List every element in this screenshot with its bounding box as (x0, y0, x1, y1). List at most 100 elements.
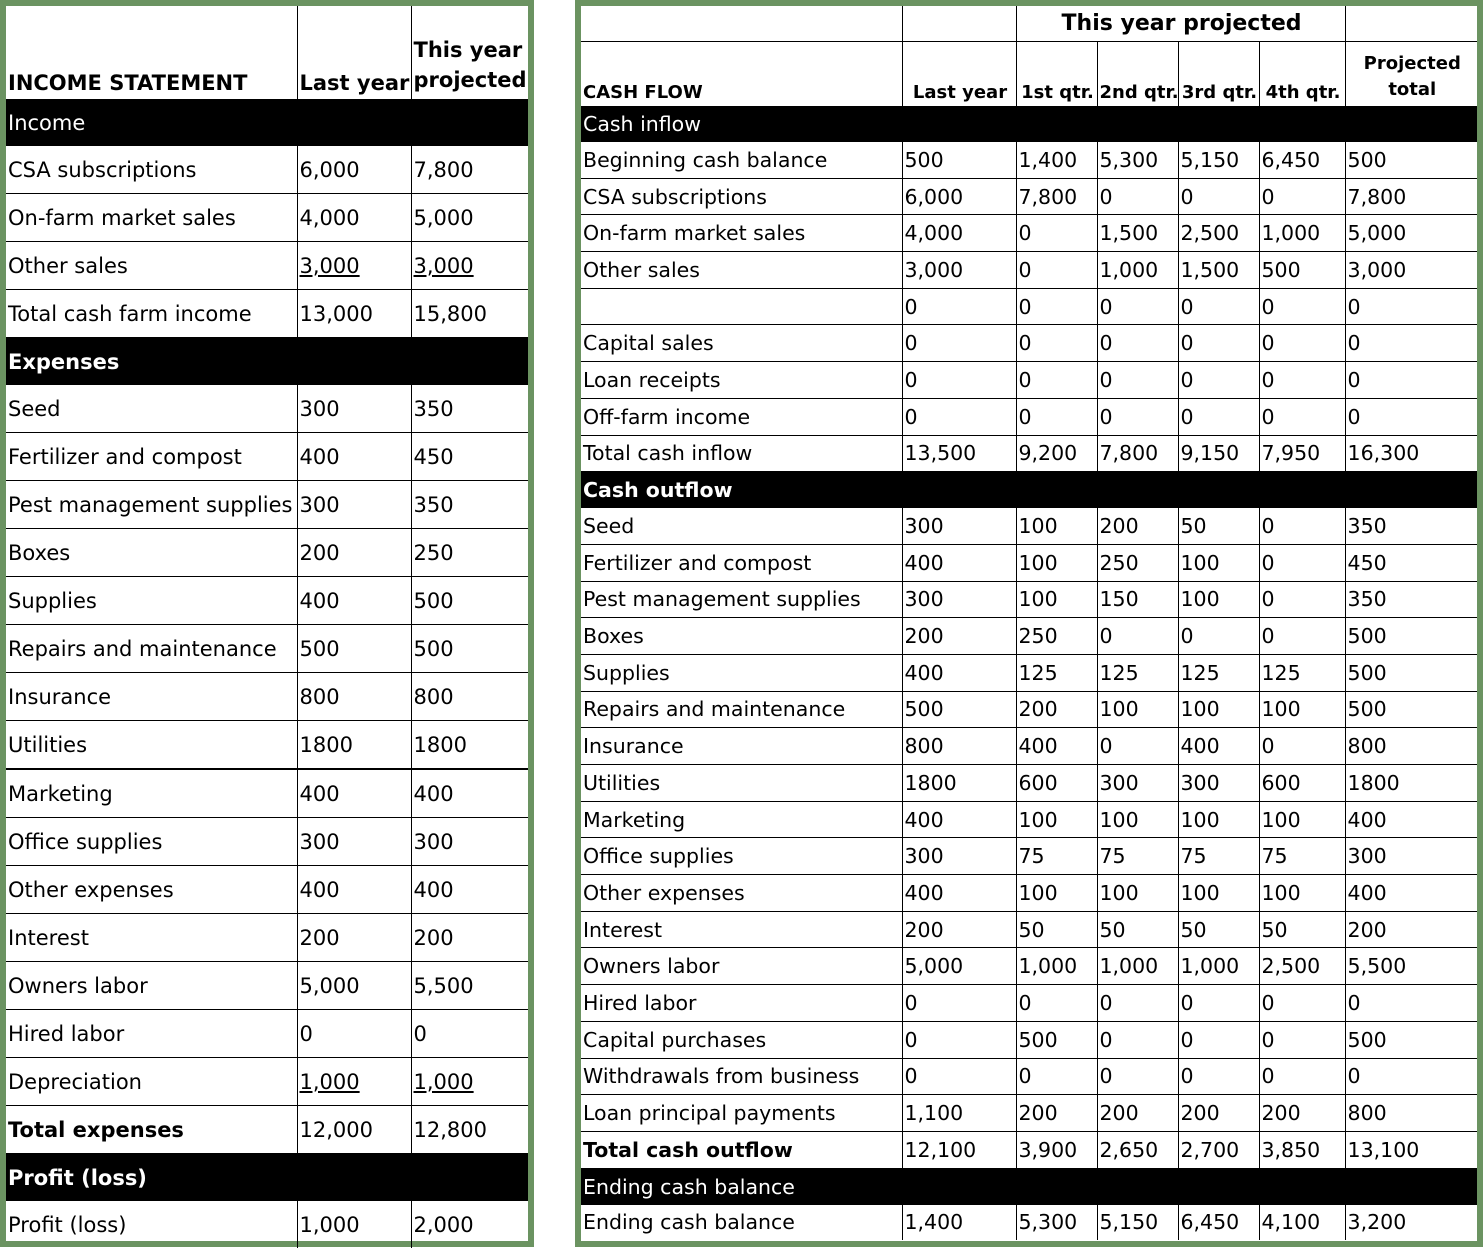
value-q2: 5,300 (1096, 142, 1178, 179)
value-q3: 300 (1177, 764, 1259, 802)
table-row: Pest management supplies 300 350 (6, 480, 528, 529)
value-projected: 7,800 (410, 146, 528, 194)
table-row: Beginning cash balance 500 1,400 5,300 5,150… (581, 142, 1477, 179)
value-projected-total: 800 (1344, 1094, 1477, 1132)
value-q4: 500 (1258, 251, 1346, 289)
section-ending: Ending cash balance (581, 1168, 1477, 1205)
value-last-year: 200 (296, 913, 411, 962)
value-q4: 75 (1258, 837, 1346, 876)
section-expenses: Expenses (6, 337, 528, 385)
table-row: CSA subscriptions 6,000 7,800 (6, 146, 528, 194)
table-row: Supplies 400 500 (6, 576, 528, 625)
value-q1: 125 (1015, 654, 1097, 692)
value-q2: 7,800 (1096, 435, 1178, 473)
table-row: Capital purchases 0 500 0 0 0 500 (581, 1021, 1477, 1059)
value-q1: 200 (1015, 1094, 1097, 1132)
value-q2: 0 (1096, 324, 1178, 363)
table-row: On-farm market sales 4,000 5,000 (6, 193, 528, 242)
value-text: 3,000 (299, 253, 360, 278)
value-last-year: 12,100 (901, 1131, 1016, 1169)
value-projected-total: 800 (1344, 727, 1477, 765)
value-projected: 2,000 (410, 1201, 528, 1248)
table-row: Other sales 3,000 3,000 (6, 241, 528, 290)
value-last-year: 0 (901, 1021, 1016, 1059)
value-q4: 0 (1258, 617, 1346, 655)
value-q2: 0 (1096, 617, 1178, 655)
row-label: Beginning cash balance (581, 142, 902, 179)
value-text: 1,000 (299, 1069, 360, 1094)
value-projected-total: 350 (1344, 581, 1477, 619)
value-q1: 100 (1015, 581, 1097, 619)
table-row: Other expenses 400 100 100 100 100 400 (581, 874, 1477, 912)
column-header-q3: 3rd qtr. (1177, 41, 1259, 106)
table-row: Ending cash balance 1,400 5,300 5,150 6,450 4… (581, 1204, 1477, 1241)
value-q2: 0 (1096, 178, 1178, 216)
table-row: Marketing 400 400 (6, 769, 528, 818)
value-q4: 0 (1258, 508, 1346, 545)
value-last-year: 5,000 (296, 961, 411, 1010)
table-row: Profit (loss) 1,000 2,000 (6, 1201, 528, 1248)
row-label: Depreciation (6, 1057, 297, 1106)
value-last-year: 0 (901, 1058, 1016, 1096)
value-q4: 0 (1258, 984, 1346, 1022)
value-q3: 1,000 (1177, 947, 1259, 986)
table-row: Boxes 200 250 0 0 0 500 (581, 617, 1477, 655)
value-last-year: 1800 (296, 720, 411, 770)
value-last-year: 300 (901, 581, 1016, 619)
value-projected: 250 (410, 528, 528, 577)
column-header-last-year: Last year (296, 6, 411, 99)
table-row: Loan principal payments 1,100 200 200 200 200… (581, 1094, 1477, 1132)
table-row: Repairs and maintenance 500 500 (6, 624, 528, 673)
table-row: Insurance 800 800 (6, 672, 528, 721)
table-title: INCOME STATEMENT (8, 71, 248, 95)
value-last-year: 500 (296, 624, 411, 673)
value-last-year: 300 (901, 837, 1016, 876)
table-row: Total cash inflow 13,500 9,200 7,800 9,150 7,… (581, 435, 1477, 473)
value-projected-total: 0 (1344, 361, 1477, 399)
row-label: Total cash farm income (6, 289, 297, 338)
row-label: Marketing (6, 769, 297, 818)
section-header: Expenses (6, 337, 528, 385)
value-q3: 0 (1177, 398, 1259, 436)
column-header-this-year-projected: This year projected (410, 6, 528, 99)
table-row: Seed 300 100 200 50 0 350 (581, 508, 1477, 545)
value-last-year: 13,000 (296, 289, 411, 338)
table-row: Repairs and maintenance 500 200 100 100 100 50… (581, 691, 1477, 729)
value-last-year: 400 (296, 576, 411, 625)
value-projected: 200 (410, 913, 528, 962)
row-label (581, 288, 902, 326)
value-projected: 400 (410, 769, 528, 818)
column-header-last-year: Last year (901, 41, 1016, 106)
value-projected: 800 (410, 672, 528, 721)
value-last-year: 400 (296, 769, 411, 818)
row-label: Total cash outflow (581, 1131, 902, 1169)
header-row: CASH FLOW Last year 1st qtr. 2nd qtr. 3rd qt… (581, 41, 1477, 106)
row-label: Profit (loss) (8, 1212, 127, 1237)
row-label: Other expenses (6, 865, 297, 914)
table-row: Hired labor 0 0 0 0 0 0 (581, 984, 1477, 1022)
value-projected: 0 (410, 1009, 528, 1058)
value-q4: 100 (1258, 691, 1346, 729)
row-label: Supplies (6, 576, 297, 625)
value-q3: 0 (1177, 178, 1259, 216)
cash-flow-panel: This year projected CASH FLOW Last year 1st… (575, 0, 1483, 1247)
table-title: CASH FLOW (583, 82, 703, 103)
value-q4: 0 (1258, 398, 1346, 436)
value-q1: 400 (1015, 727, 1097, 765)
value-last-year: 300 (296, 480, 411, 529)
value-last-year: 400 (901, 874, 1016, 912)
value-text: 3,000 (413, 253, 474, 278)
value-q4: 0 (1258, 361, 1346, 399)
value-q4: 0 (1258, 727, 1346, 765)
table-row: Pest management supplies 300 100 150 100 0 350 (581, 581, 1477, 619)
value-last-year: 4,000 (296, 193, 411, 242)
value-q1: 7,800 (1015, 178, 1097, 216)
value-q4: 0 (1258, 581, 1346, 619)
row-label: Capital sales (581, 324, 902, 363)
value-last-year: 0 (296, 1009, 411, 1058)
section-header: Cash outflow (581, 471, 1477, 509)
value-projected-total: 350 (1344, 508, 1477, 545)
row-label: Loan principal payments (581, 1094, 902, 1132)
row-label: Off-farm income (581, 398, 902, 436)
value-q3: 100 (1177, 801, 1259, 839)
